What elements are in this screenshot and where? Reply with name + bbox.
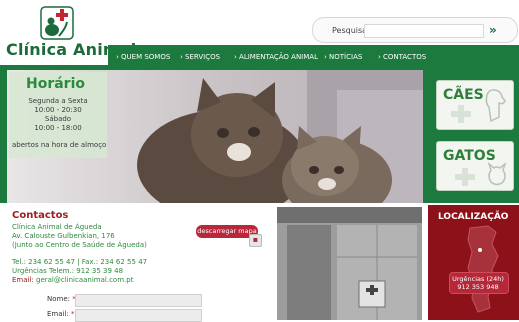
nav-item-quem-somos[interactable]: › QUEM SOMOS [116, 53, 170, 61]
emergency-phone: 912 353 948 [457, 283, 499, 291]
contacts-title: Contactos [12, 210, 69, 221]
clinic-name: Clínica Animal de Águeda [12, 223, 102, 231]
opening-hours-title: Horário [26, 76, 86, 92]
cat-icon [487, 161, 507, 186]
nav-item-servicos[interactable]: › SERVIÇOS [180, 53, 220, 61]
search-label: Pesquisa [332, 26, 368, 35]
clinic-facade-photo [277, 207, 422, 320]
dog-icon [485, 89, 506, 123]
emergency-title: Urgências (24h) [452, 275, 504, 283]
name-field[interactable] [75, 294, 202, 307]
clinic-location-note: (Junto ao Centro de Saúde de Águeda) [12, 241, 147, 249]
search-submit-button[interactable]: » [489, 24, 497, 36]
location-title: LOCALIZAÇÃO [438, 212, 509, 222]
portugal-map-icon[interactable] [462, 224, 506, 314]
email-label: Email: [12, 276, 34, 284]
dogs-button-label: CÃES [443, 87, 484, 103]
nav-item-alimentacao-animal[interactable]: › ALIMENTAÇÃO ANIMAL [234, 53, 318, 61]
lunch-open-note: abertos na hora de almoço [12, 141, 107, 149]
hours-weekdays-label: Segunda a Sexta [28, 97, 88, 105]
hours-saturday-time: 10:00 - 18:00 [34, 124, 82, 132]
pdf-icon: ▪ [249, 234, 262, 247]
clinic-address: Av. Calouste Gulbenkian, 176 [12, 232, 115, 240]
clinic-emergency-phone: Urgências Telem.: 912 35 39 48 [12, 267, 124, 275]
hours-weekdays-time: 10:00 - 20:30 [34, 106, 82, 114]
plus-icon [451, 105, 471, 123]
email-link[interactable]: geral@clinicaanimal.com.pt [36, 276, 133, 284]
dogs-button[interactable]: CÃES [436, 80, 514, 130]
email-field[interactable] [75, 309, 202, 322]
cats-button[interactable]: GATOS [436, 141, 514, 191]
form-name-label: Nome: * [47, 295, 76, 303]
form-email-label: Email: * [47, 310, 75, 318]
nav-item-noticias[interactable]: › NOTÍCIAS [324, 53, 362, 61]
clinic-phone-fax: Tel.: 234 62 55 47 | Fax.: 234 62 55 47 [12, 258, 148, 266]
nav-item-contactos[interactable]: › CONTACTOS [378, 53, 426, 61]
search-input[interactable] [364, 24, 484, 38]
clinic-email-row: Email: geral@clinicaanimal.com.pt [12, 276, 133, 284]
plus-icon [455, 168, 475, 186]
hours-saturday-label: Sábado [44, 115, 72, 123]
clinic-logo-icon [40, 6, 74, 40]
